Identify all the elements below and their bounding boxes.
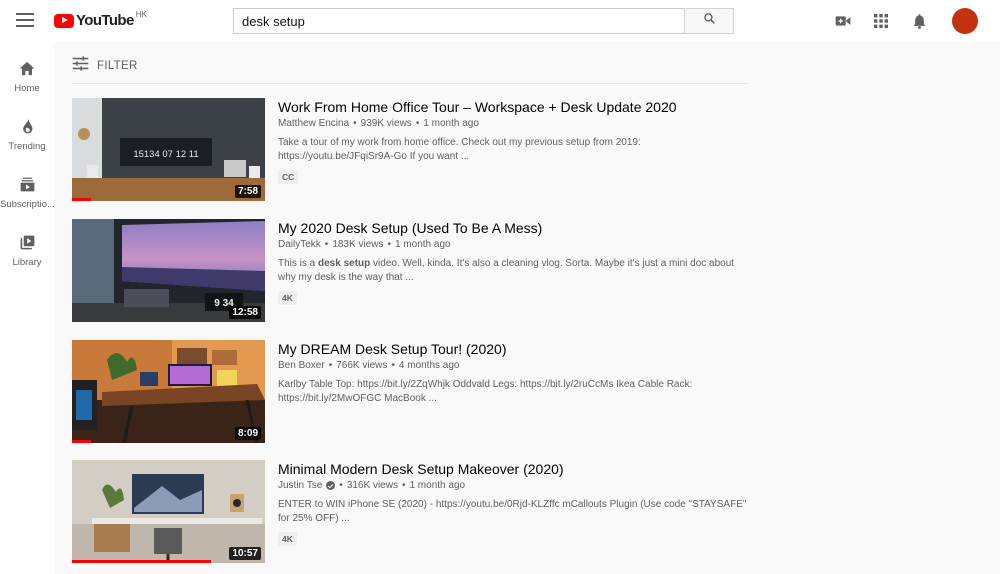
- video-result: 8:09 My DREAM Desk Setup Tour! (2020) Be…: [72, 340, 748, 450]
- home-icon: [18, 59, 36, 77]
- filter-bar: FILTER: [72, 56, 748, 84]
- search-bar: [233, 8, 734, 34]
- sidebar-item-home[interactable]: Home: [0, 59, 54, 117]
- upload-age: 1 month ago: [423, 118, 479, 129]
- youtube-play-icon: [54, 13, 74, 28]
- sidebar-item-subscriptions[interactable]: Subscriptio...: [0, 175, 54, 233]
- sidebar-item-label: Home: [14, 83, 40, 94]
- sidebar-item-label: Trending: [8, 141, 46, 152]
- search-input[interactable]: [233, 8, 684, 34]
- video-description: Take a tour of my work from home office.…: [278, 137, 641, 162]
- search-icon: [703, 12, 716, 30]
- filter-button[interactable]: FILTER: [72, 56, 138, 76]
- video-description: This is a desk setup video. Well, kinda.…: [278, 258, 735, 283]
- sidebar-item-label: Library: [12, 257, 42, 268]
- channel-name[interactable]: Ben Boxer: [278, 360, 325, 371]
- avatar[interactable]: [952, 8, 978, 34]
- menu-icon[interactable]: [16, 13, 34, 27]
- watch-progress-bar: [72, 440, 92, 443]
- upload-age: 4 months ago: [398, 360, 460, 371]
- channel-name[interactable]: Justin Tse: [278, 480, 322, 491]
- watch-progress-bar: [72, 198, 92, 201]
- logo-region: HK: [135, 10, 147, 19]
- upload-age: 1 month ago: [409, 480, 466, 491]
- sidebar: Home Trending Subscriptio... Library: [0, 42, 54, 574]
- sidebar-item-trending[interactable]: Trending: [0, 117, 54, 175]
- channel-name[interactable]: Matthew Encina: [278, 118, 349, 129]
- thumbnail-clock-text: 15134 07 12 11: [133, 149, 198, 160]
- video-result: 15134 07 12 11 7:58 Work From Home Offic…: [72, 98, 748, 208]
- video-result: 9 34 12:58 My 2020 Desk Setup (Used To B…: [72, 219, 748, 329]
- quality-badge: 4K: [278, 532, 297, 546]
- video-thumbnail[interactable]: 8:09: [72, 340, 265, 443]
- video-title[interactable]: My DREAM Desk Setup Tour! (2020): [278, 340, 748, 358]
- search-button[interactable]: [684, 8, 734, 34]
- apps-grid-icon[interactable]: [868, 8, 894, 34]
- video-duration: 7:58: [234, 185, 261, 198]
- video-title[interactable]: My 2020 Desk Setup (Used To Be A Mess): [278, 219, 748, 237]
- channel-name[interactable]: DailyTekk: [278, 239, 321, 250]
- bell-icon[interactable]: [906, 8, 932, 34]
- sidebar-item-label: Subscriptio...: [0, 199, 54, 210]
- video-thumbnail[interactable]: 9 34 12:58: [72, 219, 265, 322]
- video-result: 10:57 Minimal Modern Desk Setup Makeover…: [72, 460, 748, 570]
- upload-age: 1 month ago: [394, 239, 451, 250]
- quality-badge: 4K: [278, 291, 297, 305]
- view-count: 316K views: [346, 480, 398, 491]
- view-count: 939K views: [360, 118, 412, 129]
- view-count: 766K views: [336, 360, 388, 371]
- video-description: ENTER to WIN iPhone SE (2020) - https://…: [278, 499, 747, 524]
- video-description: Karlby Table Top: https://bit.ly/2ZqWhjk…: [278, 379, 693, 404]
- watch-progress-bar: [72, 560, 211, 563]
- filter-label: FILTER: [97, 60, 138, 72]
- verified-icon: [326, 481, 336, 490]
- video-duration: 8:09: [234, 427, 261, 440]
- subscriptions-icon: [18, 175, 36, 193]
- video-duration: 10:57: [229, 547, 261, 560]
- sliders-icon: [72, 56, 89, 76]
- video-thumbnail[interactable]: 15134 07 12 11 7:58: [72, 98, 265, 201]
- video-title[interactable]: Minimal Modern Desk Setup Makeover (2020…: [278, 460, 748, 478]
- video-camera-icon[interactable]: [830, 8, 856, 34]
- caption-badge: CC: [278, 170, 299, 184]
- logo-text: YouTube: [76, 12, 134, 29]
- library-icon: [18, 233, 36, 251]
- youtube-logo[interactable]: YouTube HK: [54, 10, 147, 29]
- video-duration: 12:58: [229, 306, 261, 319]
- view-count: 183K views: [332, 239, 384, 250]
- masthead: YouTube HK: [0, 0, 1000, 42]
- flame-icon: [18, 117, 36, 135]
- video-thumbnail[interactable]: 10:57: [72, 460, 265, 563]
- sidebar-item-library[interactable]: Library: [0, 233, 54, 291]
- video-title[interactable]: Work From Home Office Tour – Workspace +…: [278, 98, 748, 116]
